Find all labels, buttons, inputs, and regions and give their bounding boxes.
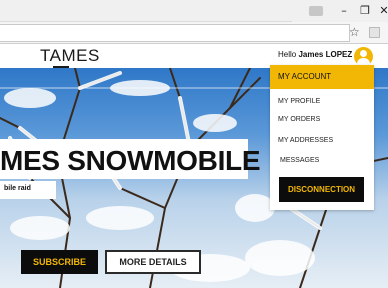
site-logo[interactable]: TAMES [40, 46, 100, 66]
hero-subtitle-box: bile raid [0, 181, 56, 199]
close-button[interactable]: ✕ [374, 4, 388, 18]
profile-icon[interactable] [309, 6, 323, 16]
tab-strip [0, 0, 292, 22]
user-greeting[interactable]: Hello James LOPEZ [278, 50, 352, 59]
address-bar: ☆ [0, 22, 388, 44]
extension-icon[interactable] [369, 27, 380, 38]
menu-item-orders[interactable]: MY ORDERS [278, 116, 320, 123]
subscribe-button[interactable]: SUBSCRIBE [21, 250, 98, 274]
more-details-button[interactable]: MORE DETAILS [105, 250, 201, 274]
user-name: James LOPEZ [298, 50, 353, 59]
menu-item-profile[interactable]: MY PROFILE [278, 98, 320, 105]
greeting-text: Hello [278, 50, 297, 59]
star-icon[interactable]: ☆ [349, 25, 360, 39]
user-icon[interactable] [354, 47, 373, 66]
my-account-label: MY ACCOUNT [278, 72, 332, 81]
maximize-button[interactable]: ❐ [355, 4, 375, 18]
browser-titlebar: – ❐ ✕ [0, 0, 388, 22]
hero-subtitle: bile raid [4, 185, 31, 192]
hero-title: MES SNOWMOBILE [0, 145, 261, 176]
my-account-header[interactable]: MY ACCOUNT [270, 65, 374, 89]
hero-title-box: MES SNOWMOBILE [0, 139, 261, 179]
account-dropdown: MY ACCOUNT MY PROFILE MY ORDERS MY ADDRE… [270, 65, 374, 210]
disconnection-button[interactable]: DISCONNECTION [279, 177, 364, 202]
url-input[interactable] [0, 24, 350, 42]
menu-item-messages[interactable]: MESSAGES [280, 157, 319, 164]
minimize-button[interactable]: – [334, 4, 354, 18]
menu-item-addresses[interactable]: MY ADDRESSES [278, 137, 333, 144]
avatar-head [360, 50, 367, 57]
